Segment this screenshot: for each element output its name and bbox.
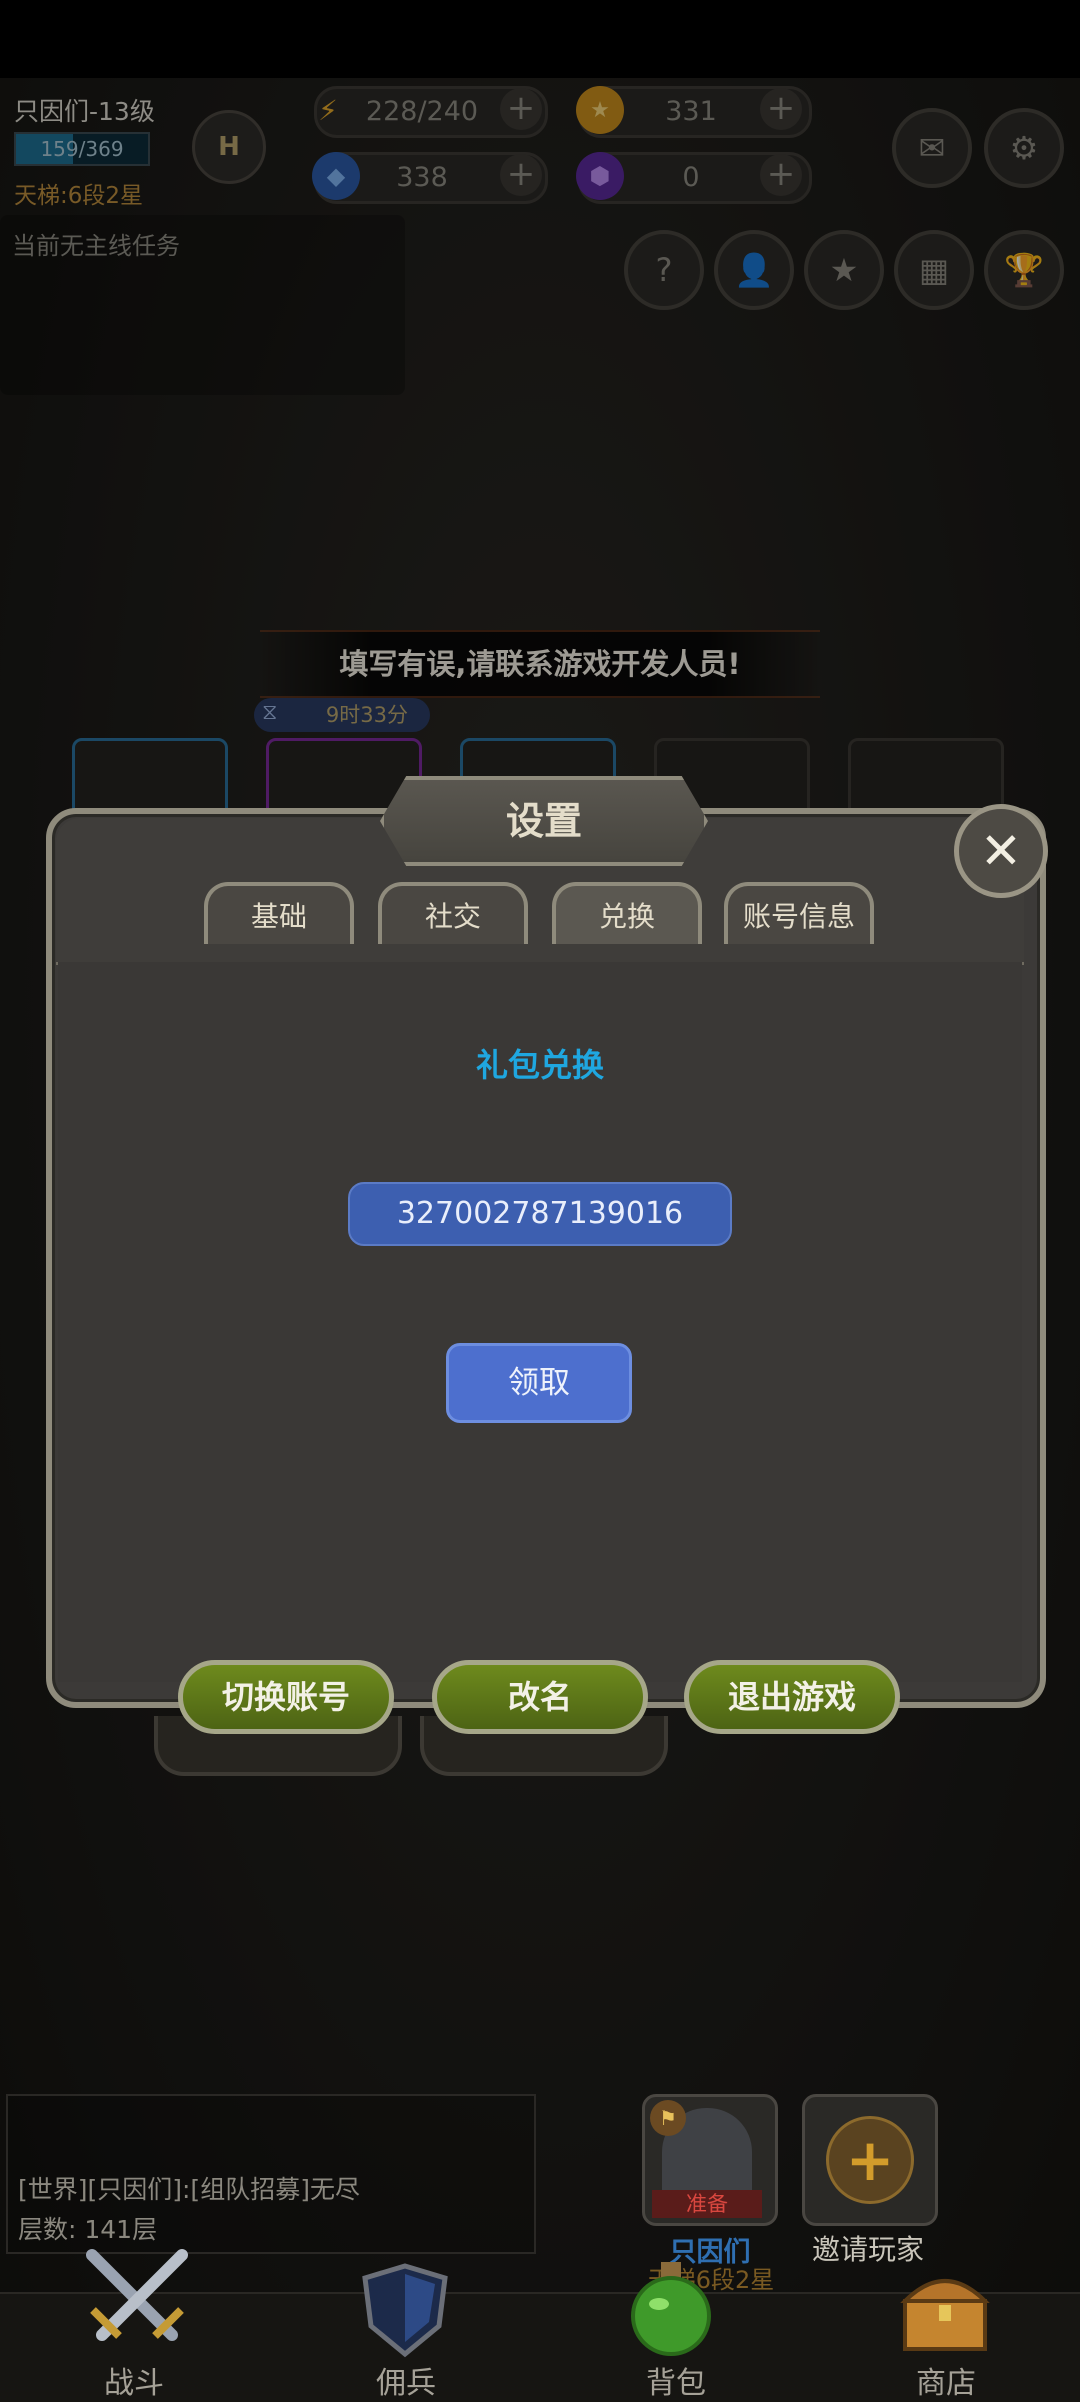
status-bar [0, 0, 1080, 78]
close-icon[interactable]: ✕ [954, 804, 1048, 898]
rename-button[interactable]: 改名 [432, 1660, 648, 1734]
nav-shop[interactable]: 商店 [876, 2358, 1016, 2402]
quit-game-button[interactable]: 退出游戏 [684, 1660, 900, 1734]
treasure-chest-icon[interactable] [890, 2262, 1000, 2358]
add-player-icon[interactable]: + [826, 2116, 914, 2204]
tab-basic[interactable]: 基础 [204, 882, 354, 944]
tab-redeem[interactable]: 兑换 [552, 882, 702, 944]
ready-badge: 准备 [652, 2190, 762, 2218]
shield-icon[interactable] [350, 2262, 460, 2358]
chat-message: [世界][只因们]:[组队招募]无尽 [18, 2175, 360, 2204]
nav-mercenary[interactable]: 佣兵 [336, 2358, 476, 2402]
nav-backpack[interactable]: 背包 [606, 2358, 746, 2402]
nav-battle[interactable]: 战斗 [64, 2358, 204, 2402]
flag-icon: ⚑ [650, 2100, 686, 2136]
claim-button[interactable]: 领取 [446, 1343, 632, 1423]
tab-social[interactable]: 社交 [378, 882, 528, 944]
gift-redeem-title: 礼包兑换 [475, 1046, 604, 1084]
tab-account-info[interactable]: 账号信息 [724, 882, 874, 944]
switch-account-button[interactable]: 切换账号 [178, 1660, 394, 1734]
potion-icon[interactable] [616, 2256, 726, 2356]
crossed-swords-icon[interactable] [72, 2240, 202, 2350]
dialog-title: 设置 [380, 776, 708, 866]
redeem-code-input[interactable]: 327002787139016 [348, 1182, 732, 1246]
